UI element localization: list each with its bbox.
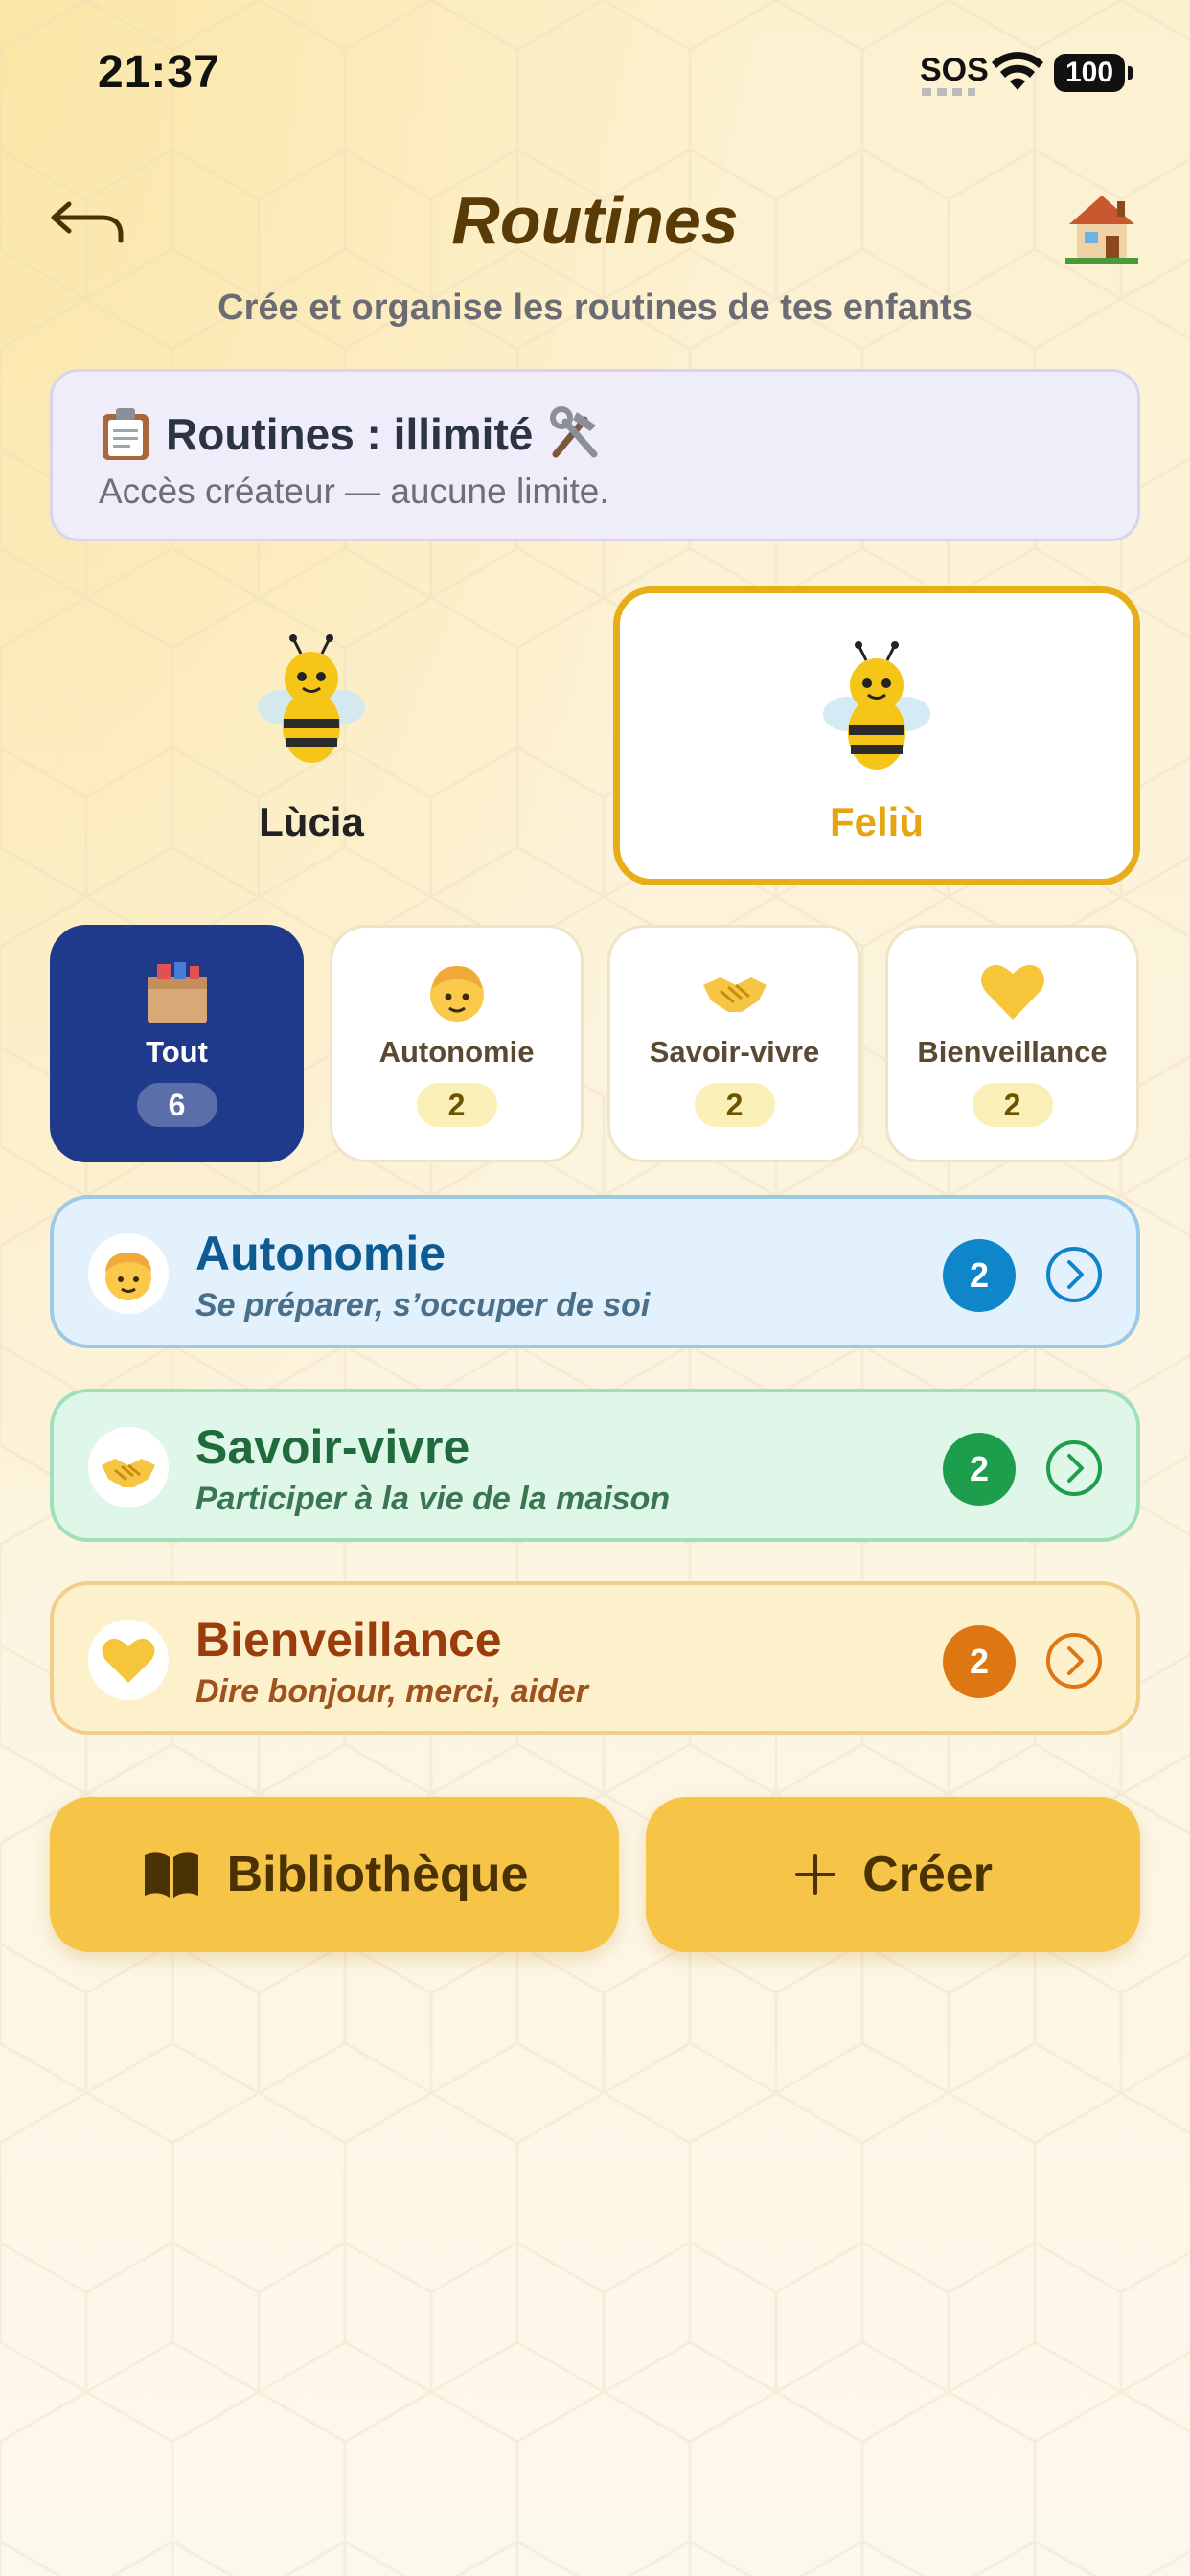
child-card-feliu[interactable]: Feliù (613, 586, 1140, 886)
filter-label: Autonomie (378, 1035, 535, 1069)
category-subtitle: Dire bonjour, merci, aider (195, 1673, 589, 1710)
category-row-autonomie[interactable]: Autonomie Se préparer, s’occuper de soi … (50, 1195, 1140, 1348)
create-button[interactable]: Créer (646, 1797, 1140, 1952)
library-button[interactable]: Bibliothèque (50, 1797, 619, 1952)
category-count-badge: 2 (943, 1433, 1016, 1506)
sos-indicator: SOS (920, 52, 989, 88)
quota-title: Routines : illimité (166, 409, 534, 459)
filter-tile-all[interactable]: Tout 6 (50, 925, 304, 1162)
filter-label: Tout (146, 1035, 208, 1069)
create-button-label: Créer (862, 1847, 993, 1902)
filter-label: Savoir-vivre (649, 1035, 820, 1069)
bee-avatar-icon (258, 634, 365, 763)
library-button-label: Bibliothèque (226, 1847, 529, 1902)
boy-icon (105, 1253, 151, 1300)
chevron-right-icon[interactable] (1044, 1438, 1104, 1498)
filter-count-badge: 2 (972, 1083, 1053, 1127)
plus-icon (795, 1854, 836, 1895)
page-subtitle: Crée et organise les routines de tes enf… (217, 288, 973, 328)
filter-tile-savoir-vivre[interactable]: Savoir-vivre 2 (607, 925, 861, 1162)
handshake-icon (102, 1459, 155, 1487)
signal-dots (922, 88, 975, 96)
filter-count-badge: 2 (416, 1083, 497, 1127)
handshake-icon (702, 978, 767, 1012)
heart-icon (102, 1638, 155, 1683)
wifi-icon (992, 52, 1043, 90)
filter-tile-bienveillance[interactable]: Bienveillance 2 (885, 925, 1139, 1162)
category-count-badge: 2 (943, 1625, 1016, 1698)
child-card-lucia[interactable]: Lùcia (48, 586, 575, 886)
clipboard-icon (103, 408, 149, 460)
boy-icon (429, 966, 484, 1022)
box-icon (147, 962, 207, 1024)
category-title: Savoir-vivre (195, 1420, 470, 1474)
quota-card: Routines : illimité Accès créateur — auc… (50, 369, 1140, 541)
bee-avatar-icon (823, 641, 930, 770)
category-count-badge: 2 (943, 1239, 1016, 1312)
filter-count-badge: 6 (136, 1083, 217, 1127)
category-subtitle: Se préparer, s’occuper de soi (195, 1287, 651, 1323)
category-avatar (88, 1233, 169, 1314)
category-avatar (88, 1427, 169, 1507)
quota-subtitle: Accès créateur — aucune limite. (99, 472, 609, 511)
filter-count-badge: 2 (694, 1083, 775, 1127)
category-title: Autonomie (195, 1227, 446, 1280)
category-subtitle: Participer à la vie de la maison (195, 1481, 671, 1517)
status-bar: 21:37 SOS 100 (0, 0, 1190, 144)
filter-label: Bienveillance (917, 1035, 1108, 1069)
category-avatar (88, 1620, 169, 1700)
filter-tile-autonomie[interactable]: Autonomie 2 (330, 925, 584, 1162)
heart-icon (980, 964, 1044, 1020)
battery-indicator: 100 (1054, 54, 1133, 92)
page-title: Routines (451, 183, 739, 258)
child-name: Lùcia (259, 799, 364, 844)
category-title: Bienveillance (195, 1613, 502, 1667)
category-row-bienveillance[interactable]: Bienveillance Dire bonjour, merci, aider… (50, 1581, 1140, 1735)
tools-icon (550, 406, 598, 458)
book-icon (144, 1852, 198, 1898)
category-row-savoir-vivre[interactable]: Savoir-vivre Participer à la vie de la m… (50, 1389, 1140, 1542)
chevron-right-icon[interactable] (1044, 1245, 1104, 1304)
clock: 21:37 (98, 47, 220, 98)
chevron-right-icon[interactable] (1044, 1631, 1104, 1690)
child-name: Feliù (829, 799, 924, 844)
home-icon[interactable] (1064, 188, 1140, 264)
